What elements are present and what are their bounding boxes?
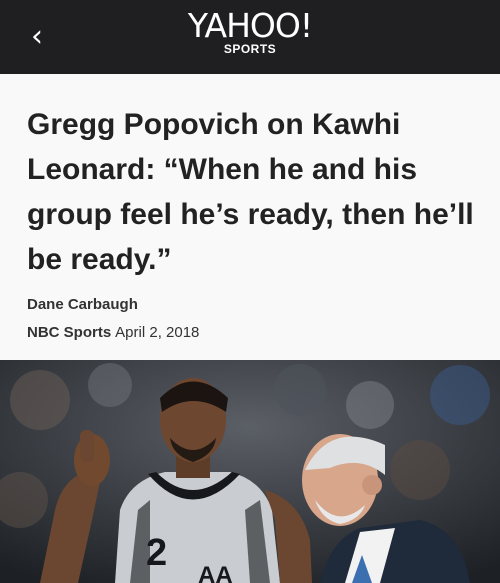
article-header: Gregg Popovich on Kawhi Leonard: “When h… (0, 74, 500, 360)
author-name[interactable]: Dane Carbaugh (27, 296, 138, 313)
svg-text:AA: AA (198, 562, 233, 583)
top-navigation-bar: ‹ YAHOO! SPORTS (0, 0, 500, 74)
publish-date: April 2, 2018 (115, 324, 200, 341)
article-hero-image[interactable]: 2 AA (0, 360, 500, 583)
source-name[interactable]: NBC Sports (27, 324, 111, 341)
article-headline: Gregg Popovich on Kawhi Leonard: “When h… (27, 108, 474, 276)
jersey-number: 2 (146, 532, 167, 574)
source-line: NBC Sports April 2, 2018 (27, 324, 199, 341)
yahoo-sports-logo[interactable]: YAHOO! SPORTS (0, 6, 500, 57)
brand-name: YAHOO! (187, 6, 313, 45)
section-name: SPORTS (223, 42, 277, 56)
photo-illustration: 2 AA (0, 360, 500, 583)
